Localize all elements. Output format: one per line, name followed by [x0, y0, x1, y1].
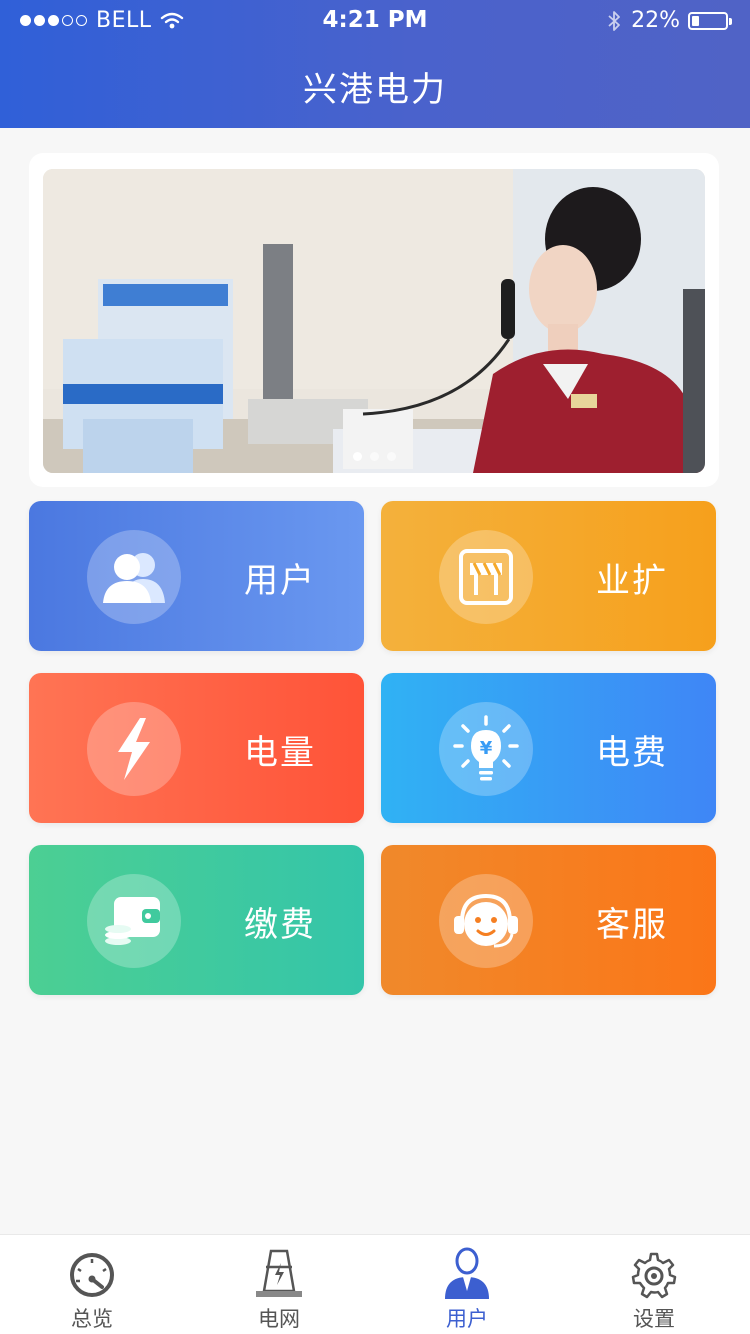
battery-level-fill [692, 15, 699, 26]
banner-image [43, 169, 705, 473]
tab-grid[interactable]: 电网 [219, 1245, 339, 1333]
lightning-icon [118, 718, 150, 780]
tile-label: 缴费 [244, 905, 316, 945]
tab-settings[interactable]: 设置 [594, 1245, 714, 1333]
bluetooth-icon [608, 10, 620, 31]
gauge-icon [70, 1253, 114, 1297]
tile-icon-circle [87, 702, 181, 796]
tab-overview[interactable]: 总览 [32, 1245, 152, 1333]
svg-text:¥: ¥ [480, 738, 493, 759]
tile-icon-circle [439, 874, 533, 968]
gear-icon [631, 1252, 677, 1299]
users-icon [103, 553, 165, 603]
tile-expansion[interactable]: 业扩 [381, 501, 716, 651]
tile-user[interactable]: 用户 [29, 501, 364, 651]
tab-label: 用户 [446, 1307, 488, 1331]
tile-label: 电费 [596, 733, 668, 773]
banner-dot[interactable] [386, 452, 396, 461]
headset-icon [454, 893, 518, 948]
tile-electricity-fee[interactable]: ¥ 电费 [381, 673, 716, 823]
tile-label: 业扩 [596, 561, 668, 601]
tile-icon-circle: ¥ [439, 702, 533, 796]
banner-pagination[interactable] [43, 452, 705, 461]
tile-icon-circle [439, 530, 533, 624]
bottom-tab-bar: 总览 电网 用户 设置 [0, 1234, 750, 1334]
battery-percent: 22% [631, 8, 680, 33]
tab-label: 总览 [71, 1307, 113, 1331]
status-bar: BELL 4:21 PM 22% [0, 0, 750, 40]
banner-dot[interactable] [352, 452, 362, 461]
page-title: 兴港电力 [303, 70, 447, 110]
tile-label: 电量 [244, 733, 316, 773]
tile-label: 用户 [244, 561, 316, 601]
tile-power-usage[interactable]: 电量 [29, 673, 364, 823]
tab-label: 电网 [258, 1307, 300, 1331]
tab-user[interactable]: 用户 [407, 1245, 527, 1333]
tile-payment[interactable]: 缴费 [29, 845, 364, 995]
app-header: BELL 4:21 PM 22% 兴港电力 [0, 0, 750, 128]
expansion-icon [459, 549, 513, 605]
tile-icon-circle [87, 874, 181, 968]
tile-label: 客服 [596, 905, 668, 945]
status-right: 22% [607, 8, 732, 33]
banner-carousel[interactable] [43, 169, 705, 473]
tab-label: 设置 [633, 1307, 675, 1331]
battery-icon [688, 11, 732, 30]
user-icon [445, 1247, 489, 1299]
tile-icon-circle [87, 530, 181, 624]
wallet-icon [105, 897, 160, 945]
tower-icon [256, 1249, 302, 1297]
bulb-yen-icon: ¥ [453, 715, 519, 781]
tile-customer-service[interactable]: 客服 [381, 845, 716, 995]
banner-dot[interactable] [369, 452, 379, 461]
banner-card [29, 153, 719, 487]
